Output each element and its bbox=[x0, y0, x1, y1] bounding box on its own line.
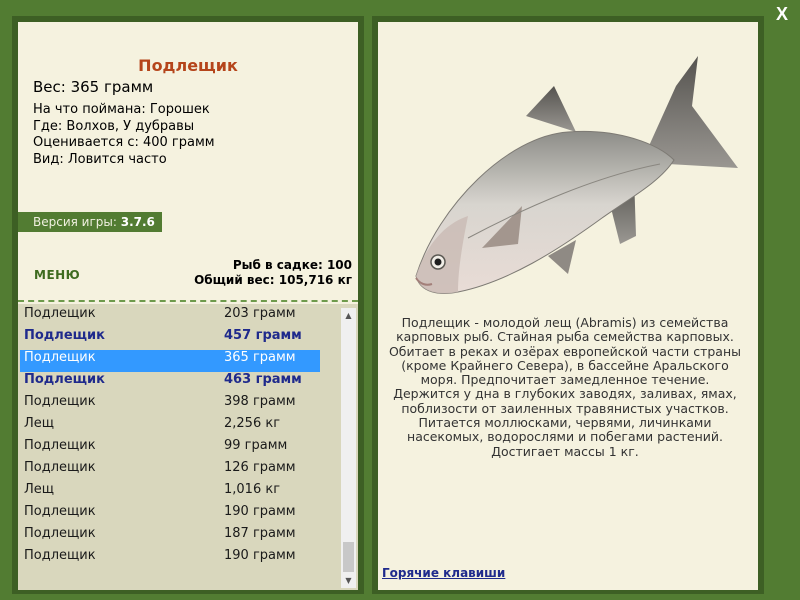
keep-total-weight: Общий вес: 105,716 кг bbox=[194, 273, 352, 287]
keep-count: Рыб в садке: 100 bbox=[232, 258, 352, 272]
fish-details: На что поймана: Горошек Где: Волхов, У д… bbox=[33, 102, 215, 168]
catch-list-row[interactable]: Подлещик 190 грамм bbox=[20, 548, 320, 570]
catch-fish-weight: 99 грамм bbox=[224, 438, 288, 453]
catch-fish-name: Подлещик bbox=[24, 306, 96, 321]
catch-list-row[interactable]: Подлещик 463 грамм bbox=[20, 372, 320, 394]
catch-fish-name: Подлещик bbox=[24, 504, 96, 519]
catch-list-scrollbar[interactable]: ▲ ▼ bbox=[341, 308, 356, 588]
catch-fish-weight: 2,256 кг bbox=[224, 416, 281, 431]
catch-fish-weight: 187 грамм bbox=[224, 526, 296, 541]
game-version: Версия игры: 3.7.6 bbox=[18, 212, 162, 232]
catch-fish-weight: 463 грамм bbox=[224, 372, 302, 387]
catch-fish-name: Лещ bbox=[24, 482, 55, 497]
close-button[interactable]: X bbox=[772, 4, 792, 24]
bream-fish-image bbox=[415, 56, 738, 294]
fish-description-panel-inner: Подлещик - молодой лещ (Abramis) из семе… bbox=[378, 22, 758, 590]
version-value: 3.7.6 bbox=[120, 215, 155, 229]
hotkeys-link[interactable]: Горячие клавиши bbox=[382, 566, 505, 580]
scroll-thumb[interactable] bbox=[343, 542, 354, 572]
catch-list-row[interactable]: Подлещик 190 грамм bbox=[20, 504, 320, 526]
divider bbox=[18, 300, 358, 302]
catch-fish-weight: 365 грамм bbox=[224, 350, 296, 365]
catch-fish-name: Подлещик bbox=[24, 394, 96, 409]
catch-fish-name: Подлещик bbox=[24, 460, 96, 475]
fish-weight: Вес: 365 грамм bbox=[33, 78, 154, 96]
catch-list-row[interactable]: Подлещик 457 грамм bbox=[20, 328, 320, 350]
catch-fish-weight: 398 грамм bbox=[224, 394, 296, 409]
catch-fish-name: Лещ bbox=[24, 416, 55, 431]
catch-list-row[interactable]: Лещ 1,016 кг bbox=[20, 482, 320, 504]
keep-net-stats: Рыб в садке: 100 Общий вес: 105,716 кг bbox=[194, 258, 352, 288]
catch-fish-weight: 126 грамм bbox=[224, 460, 296, 475]
fish-description-panel: Подлещик - молодой лещ (Abramis) из семе… bbox=[372, 16, 764, 594]
bait-line: На что поймана: Горошек bbox=[33, 102, 210, 117]
catch-fish-name: Подлещик bbox=[24, 372, 105, 387]
catch-fish-name: Подлещик bbox=[24, 526, 96, 541]
catch-fish-weight: 457 грамм bbox=[224, 328, 302, 343]
scroll-up-arrow-icon[interactable]: ▲ bbox=[341, 308, 356, 323]
version-label: Версия игры: bbox=[33, 215, 117, 229]
catch-fish-weight: 190 грамм bbox=[224, 548, 296, 563]
catch-list-row[interactable]: Подлещик 126 грамм bbox=[20, 460, 320, 482]
catch-list-row[interactable]: Подлещик 203 грамм bbox=[20, 306, 320, 328]
catch-list-row[interactable]: Лещ 2,256 кг bbox=[20, 416, 320, 438]
catch-fish-weight: 203 грамм bbox=[224, 306, 296, 321]
fish-name-title: Подлещик bbox=[138, 56, 238, 75]
scroll-down-arrow-icon[interactable]: ▼ bbox=[341, 573, 356, 588]
catch-list-row[interactable]: Подлещик 398 грамм bbox=[20, 394, 320, 416]
catch-fish-name: Подлещик bbox=[24, 350, 96, 365]
value-line: Оценивается с: 400 грамм bbox=[33, 135, 215, 150]
catch-list[interactable]: Подлещик 203 грамм Подлещик 457 грамм Подлещ… bbox=[18, 304, 358, 590]
catch-fish-weight: 1,016 кг bbox=[224, 482, 281, 497]
fish-description: Подлещик - молодой лещ (Abramis) из семе… bbox=[388, 315, 742, 459]
catch-fish-name: Подлещик bbox=[24, 328, 105, 343]
menu-button[interactable]: МЕНЮ bbox=[34, 268, 80, 282]
location-line: Где: Волхов, У дубравы bbox=[33, 118, 195, 134]
catch-fish-weight: 190 грамм bbox=[224, 504, 296, 519]
catch-fish-name: Подлещик bbox=[24, 438, 96, 453]
rarity-line: Вид: Ловится часто bbox=[33, 151, 167, 167]
catch-rows: Подлещик 203 грамм Подлещик 457 грамм Подлещ… bbox=[20, 306, 320, 570]
fish-info-panel: Подлещик Вес: 365 грамм На что поймана: … bbox=[12, 16, 364, 594]
catch-list-row[interactable]: Подлещик 99 грамм bbox=[20, 438, 320, 460]
fish-info-panel-inner: Подлещик Вес: 365 грамм На что поймана: … bbox=[18, 22, 358, 590]
catch-fish-name: Подлещик bbox=[24, 548, 96, 563]
catch-list-row[interactable]: Подлещик 187 грамм bbox=[20, 526, 320, 548]
catch-list-row[interactable]: Подлещик 365 грамм bbox=[20, 350, 320, 372]
